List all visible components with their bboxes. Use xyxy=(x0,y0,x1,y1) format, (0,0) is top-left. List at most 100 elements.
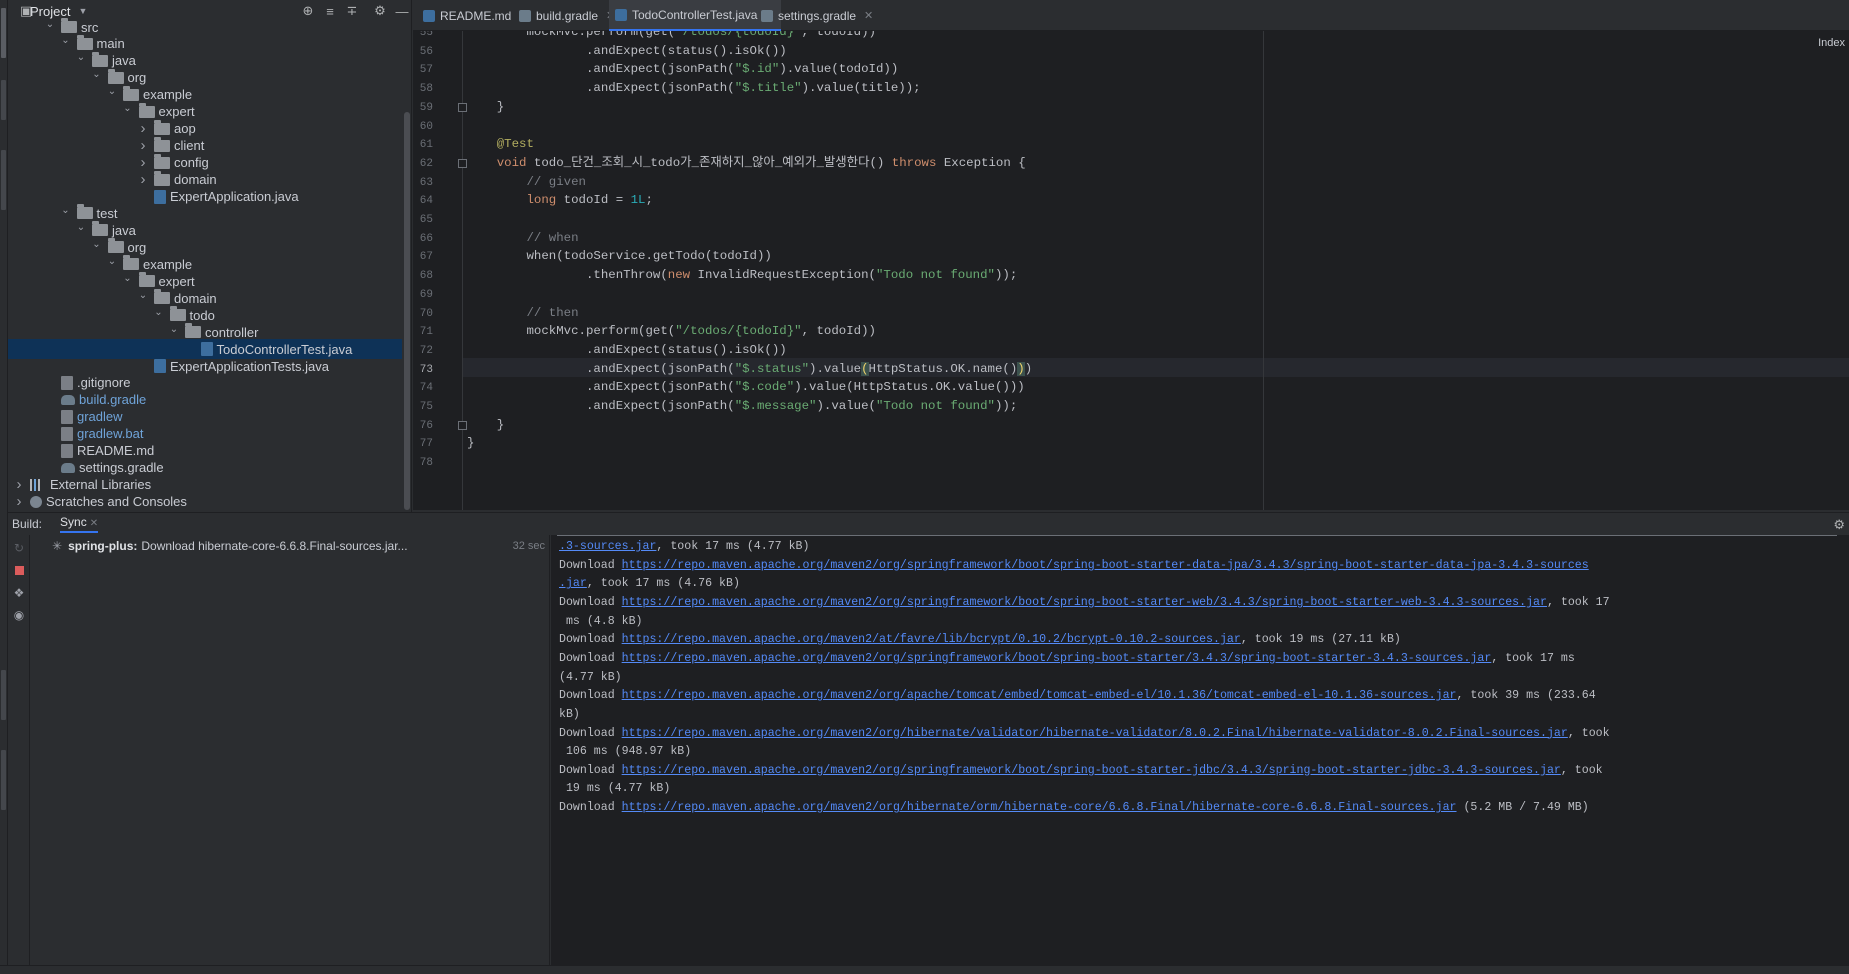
chevron-right-icon[interactable]: › xyxy=(138,120,148,137)
project-view-dropdown-icon[interactable]: ▼ xyxy=(78,6,87,16)
console-link[interactable]: .3-sources.jar xyxy=(559,540,656,553)
code-line: .andExpect(jsonPath("$.id").value(todoId… xyxy=(467,60,898,79)
close-icon[interactable]: ✕ xyxy=(864,9,873,22)
code-token: todoId = xyxy=(563,193,631,208)
stop-icon[interactable] xyxy=(12,564,26,578)
chevron-down-icon[interactable]: ⌄ xyxy=(123,273,133,284)
console-link[interactable]: https://repo.maven.apache.org/maven2/org… xyxy=(622,727,1568,740)
code-token: "/todos/{todoId}" xyxy=(675,324,802,339)
console-text: 106 ms (948.97 kB) xyxy=(559,745,692,759)
close-icon[interactable]: ✕ xyxy=(90,518,98,529)
code-token: .andExpect(jsonPath( xyxy=(467,380,735,395)
chevron-right-icon[interactable]: › xyxy=(138,154,148,171)
console-link[interactable]: https://repo.maven.apache.org/maven2/org… xyxy=(622,596,1547,609)
refresh-icon[interactable]: ↻ xyxy=(12,541,26,555)
code-line: .andExpect(status().isOk()) xyxy=(467,341,787,360)
java-file-icon xyxy=(200,342,213,357)
tab-sync[interactable]: Sync ✕ xyxy=(60,515,99,533)
chevron-down-icon[interactable]: ⌄ xyxy=(123,103,133,114)
code-token: .andExpect(status().isOk()) xyxy=(467,43,787,58)
chevron-down-icon[interactable]: ⌄ xyxy=(76,222,86,233)
chevron-down-icon[interactable]: ⌄ xyxy=(45,19,55,30)
code-token: "Todo not found" xyxy=(875,268,995,283)
chevron-down-icon[interactable]: ⌄ xyxy=(61,35,71,46)
chevron-down-icon[interactable]: ⌄ xyxy=(154,307,164,318)
console-text: Download xyxy=(559,689,622,703)
build-task-row[interactable]: ✳ spring-plus: Download hibernate-core-6… xyxy=(52,537,547,555)
console-link[interactable]: https://repo.maven.apache.org/maven2/org… xyxy=(622,652,1492,665)
chevron-down-icon[interactable]: ⌄ xyxy=(138,290,148,301)
gear-icon[interactable]: ⚙ xyxy=(1833,517,1845,533)
editor-tab[interactable]: build.gradle✕ xyxy=(513,0,621,31)
fold-marker-icon[interactable] xyxy=(458,420,467,430)
eye-icon[interactable]: ◉ xyxy=(12,608,26,622)
code-line: .andExpect(jsonPath("$.title").value(tit… xyxy=(467,79,921,98)
build-console[interactable]: .3-sources.jar, took 17 ms (4.77 kB) Down… xyxy=(551,535,1849,965)
console-line: Download https://repo.maven.apache.org/m… xyxy=(559,650,1575,669)
code-token: )); xyxy=(994,399,1018,413)
chevron-down-icon[interactable]: ⌄ xyxy=(61,205,71,216)
line-number: 65 xyxy=(419,214,433,226)
folder-icon xyxy=(138,272,155,288)
chevron-down-icon[interactable]: ⌄ xyxy=(92,239,102,250)
code-token: .andExpect(jsonPath( xyxy=(467,399,735,413)
code-line: when(todoService.getTodo(todoId)) xyxy=(467,247,771,266)
code-line: } xyxy=(467,416,504,435)
code-token: ).value(todoId)) xyxy=(779,62,899,77)
code-token: } xyxy=(467,417,505,432)
chevron-down-icon[interactable]: ⌄ xyxy=(107,256,117,267)
pin-icon[interactable]: ❖ xyxy=(12,586,26,600)
line-number: 58 xyxy=(419,83,433,96)
editor-tab[interactable]: settings.gradle ✕ xyxy=(755,0,879,31)
code-token: } xyxy=(467,99,505,114)
chevron-right-icon[interactable]: › xyxy=(138,171,148,188)
gradle-file-icon xyxy=(519,9,531,22)
chevron-down-icon[interactable]: ⌄ xyxy=(107,86,117,97)
fold-marker-icon[interactable] xyxy=(458,102,467,112)
project-scrollbar[interactable] xyxy=(404,112,410,510)
chevron-down-icon[interactable]: ⌄ xyxy=(92,69,102,80)
chevron-down-icon[interactable]: ⌄ xyxy=(76,52,86,63)
project-tool-button[interactable] xyxy=(1,8,6,58)
folder-icon xyxy=(154,170,170,186)
code-line: } xyxy=(467,434,474,453)
commit-tool-button[interactable] xyxy=(1,80,6,120)
tree-item-label: domain xyxy=(174,290,217,306)
chevron-right-icon[interactable]: › xyxy=(14,493,24,510)
tree-item-label: README.md xyxy=(77,443,155,459)
code-token: void xyxy=(467,155,534,170)
chevron-down-icon[interactable]: ⌄ xyxy=(169,324,179,335)
folder-icon xyxy=(107,238,124,254)
tree-item-label: TodoControllerTest.java xyxy=(216,341,353,357)
bookmarks-tool-button[interactable] xyxy=(1,670,6,720)
console-link[interactable]: https://repo.maven.apache.org/maven2/at/… xyxy=(622,633,1241,646)
console-link[interactable]: https://repo.maven.apache.org/maven2/org… xyxy=(622,689,1457,702)
tree-item-label: main xyxy=(96,36,125,52)
console-text: , took 19 ms (27.11 kB) xyxy=(1240,633,1401,647)
console-link[interactable]: https://repo.maven.apache.org/maven2/org… xyxy=(622,764,1561,777)
chevron-right-icon[interactable]: › xyxy=(138,137,148,154)
console-link[interactable]: .jar xyxy=(559,577,587,590)
folder-icon xyxy=(92,51,108,67)
tree-item[interactable]: › Scratches and Consoles xyxy=(8,492,402,512)
console-text: , took 17 xyxy=(1546,595,1610,609)
tree-item-label: java xyxy=(112,53,136,69)
notifications-tool-button[interactable] xyxy=(1,750,6,810)
folder-icon xyxy=(154,289,170,305)
code-line: // given xyxy=(467,173,586,192)
tree-item-label: expert xyxy=(158,104,195,120)
line-number: 76 xyxy=(419,419,433,432)
console-link[interactable]: https://repo.maven.apache.org/maven2/org… xyxy=(622,559,1589,572)
code-editor[interactable]: 55 56 57 58 59 60 61 62 63 64 65 66 67 68 69 70 71 72 73 74… xyxy=(413,31,1849,510)
fold-marker-icon[interactable] xyxy=(458,158,467,168)
console-text: (5.2 MB / 7.49 MB) xyxy=(1456,801,1589,815)
tree-item-label: org xyxy=(127,70,147,86)
console-link[interactable]: https://repo.maven.apache.org/maven2/org… xyxy=(622,801,1457,814)
chevron-right-icon[interactable]: › xyxy=(14,476,24,493)
structure-tool-button[interactable] xyxy=(1,150,6,210)
line-number: 57 xyxy=(419,64,433,77)
gradle-file-icon xyxy=(761,9,773,22)
tab-sync-label: Sync xyxy=(60,515,87,529)
console-line: Download https://repo.maven.apache.org/m… xyxy=(559,725,1610,744)
code-token: long xyxy=(467,193,564,208)
